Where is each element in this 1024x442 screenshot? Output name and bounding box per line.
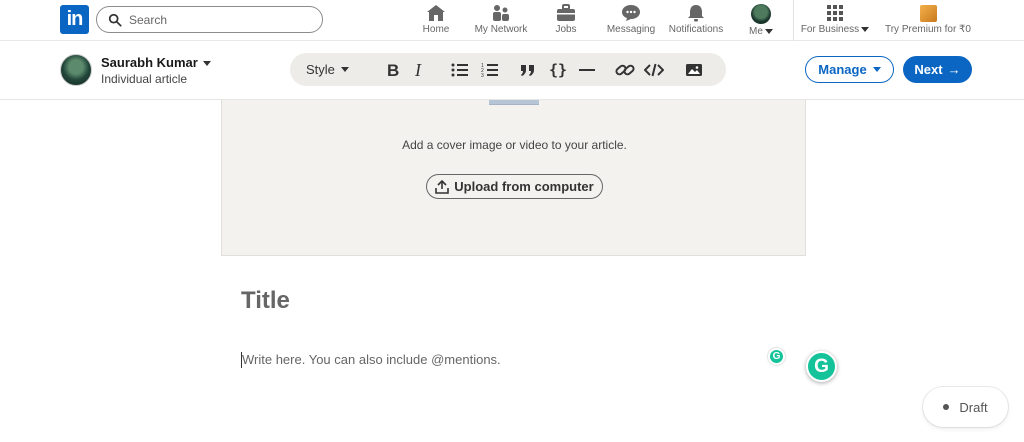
cover-placeholder-image [489, 100, 539, 105]
bullet-list-button[interactable] [450, 53, 470, 86]
upload-from-computer-button[interactable]: Upload from computer [426, 174, 603, 199]
svg-text:I: I [414, 62, 422, 78]
premium-icon [919, 5, 937, 22]
editor-header: Saurabh Kumar Individual article Style B… [0, 41, 1024, 100]
home-icon [427, 5, 445, 21]
briefcase-icon [557, 4, 575, 21]
numbered-list-icon: 123 [481, 63, 498, 78]
svg-text:{}: {} [549, 62, 567, 78]
image-icon [686, 63, 702, 76]
arrow-right-icon: → [947, 62, 961, 77]
embed-code-button[interactable] [643, 53, 665, 86]
code-block-icon: {} [549, 62, 567, 78]
status-dot-icon [943, 404, 950, 410]
manage-button[interactable]: Manage [805, 56, 894, 83]
quote-icon [521, 64, 534, 76]
next-button[interactable]: Next → [903, 56, 972, 83]
cover-upload-area[interactable]: Add a cover image or video to your artic… [221, 100, 806, 256]
nav-messaging[interactable]: Messaging [596, 2, 666, 40]
nav-divider [793, 0, 794, 41]
nav-my-network[interactable]: My Network [466, 2, 536, 40]
author-subtitle: Individual article [101, 72, 188, 86]
chevron-down-icon [872, 67, 881, 72]
search-icon [108, 13, 122, 27]
author-name[interactable]: Saurabh Kumar [101, 55, 198, 70]
chat-icon [622, 5, 640, 21]
nav-for-business[interactable]: For Business [800, 2, 870, 40]
nav-messaging-label: Messaging [606, 24, 656, 35]
nav-me[interactable]: Me [726, 2, 796, 40]
nav-home[interactable]: Home [401, 2, 471, 40]
cover-instructions: Add a cover image or video to your artic… [402, 138, 627, 152]
chevron-down-icon [861, 26, 870, 32]
formatting-toolbar: Style B I 123 {} [290, 53, 726, 86]
bold-button[interactable]: B [383, 53, 403, 86]
image-button[interactable] [683, 53, 705, 86]
svg-text:3: 3 [481, 73, 484, 78]
search-placeholder: Search [129, 13, 168, 27]
chevron-down-icon [764, 28, 773, 34]
link-icon [615, 64, 635, 75]
article-body-input[interactable]: Write here. You can also include @mentio… [242, 352, 501, 367]
italic-icon: I [414, 62, 422, 78]
grammarly-icon[interactable]: G [768, 348, 785, 365]
quote-button[interactable] [518, 53, 538, 86]
draft-status-badge: Draft [923, 387, 1008, 427]
linkedin-logo[interactable]: in [60, 5, 89, 34]
nav-jobs[interactable]: Jobs [531, 2, 601, 40]
nav-notifications[interactable]: Notifications [661, 2, 731, 40]
nav-me-label: Me [726, 26, 796, 37]
nav-home-label: Home [422, 24, 450, 35]
bold-icon: B [387, 62, 399, 78]
upload-icon [435, 179, 450, 194]
link-button[interactable] [614, 53, 636, 86]
style-dropdown[interactable]: Style [306, 53, 349, 86]
nav-try-premium[interactable]: Try Premium for ₹0 [882, 2, 974, 40]
nav-jobs-label: Jobs [555, 24, 577, 35]
code-block-button[interactable]: {} [548, 53, 568, 86]
divider-button[interactable] [577, 53, 597, 86]
nav-my-network-label: My Network [474, 24, 528, 35]
grid-icon [827, 5, 843, 21]
bullet-list-icon [451, 63, 468, 76]
author-avatar[interactable] [60, 54, 92, 86]
search-input[interactable]: Search [96, 6, 323, 33]
global-nav: in Search Home My Network Jobs Messaging… [0, 0, 1024, 41]
chevron-down-icon[interactable] [203, 61, 211, 66]
chevron-down-icon [340, 67, 349, 72]
bell-icon [688, 5, 704, 22]
nav-for-business-label: For Business [800, 24, 870, 35]
nav-notifications-label: Notifications [668, 24, 724, 35]
italic-button[interactable]: I [412, 53, 428, 86]
avatar [751, 4, 771, 24]
svg-text:B: B [387, 62, 399, 78]
nav-try-premium-label: Try Premium for ₹0 [884, 24, 971, 35]
grammarly-icon[interactable]: G [806, 351, 837, 382]
network-icon [493, 5, 509, 21]
divider-icon [579, 68, 595, 71]
embed-code-icon [644, 63, 664, 76]
article-title-input[interactable]: Title [241, 287, 290, 315]
numbered-list-button[interactable]: 123 [480, 53, 500, 86]
